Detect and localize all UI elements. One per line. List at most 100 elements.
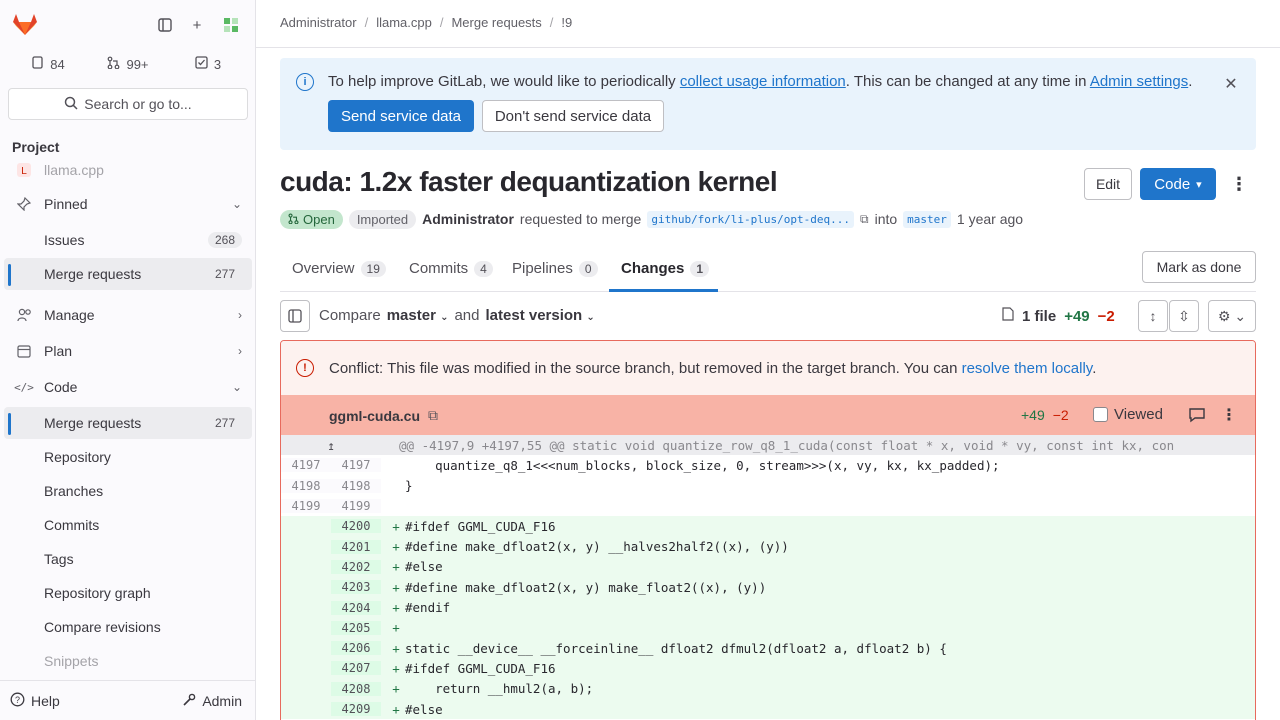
new-line-number[interactable]: 4203: [331, 580, 381, 595]
viewed-checkbox[interactable]: Viewed: [1093, 406, 1163, 423]
file-name[interactable]: ggml-cuda.cu: [329, 408, 420, 424]
tab-overview[interactable]: Overview 19: [280, 246, 397, 291]
dont-send-service-data-button[interactable]: Don't send service data: [482, 100, 664, 132]
issues-icon: [31, 56, 44, 72]
sidebar-item-tags[interactable]: Tags: [4, 543, 252, 575]
diff-settings-icon[interactable]: ⚙ ⌄: [1208, 300, 1256, 332]
new-line-number[interactable]: 4205: [331, 620, 381, 635]
sidebar-item-commits[interactable]: Commits: [4, 509, 252, 541]
merge-requests-counter[interactable]: 99+: [88, 48, 168, 80]
tab-commits[interactable]: Commits 4: [397, 246, 500, 291]
sidebar-item-branches[interactable]: Branches: [4, 475, 252, 507]
new-line-number[interactable]: 4202: [331, 559, 381, 574]
sidebar-item-pinned[interactable]: Pinned ⌄: [4, 188, 252, 220]
copy-path-icon[interactable]: ⧉: [428, 407, 438, 424]
new-line-number[interactable]: 4206: [331, 641, 381, 656]
merge-requests-badge: 277: [207, 266, 242, 282]
create-new-icon[interactable]: +: [182, 10, 212, 40]
breadcrumb-item[interactable]: Merge requests: [451, 15, 541, 30]
tab-count: 1: [690, 260, 710, 277]
expand-all-icon[interactable]: ↕: [1138, 300, 1168, 332]
new-line-number[interactable]: 4207: [331, 661, 381, 676]
sidebar-item-repository[interactable]: Repository: [4, 441, 252, 473]
tab-label: Overview: [292, 260, 355, 277]
sidebar-toggle-icon[interactable]: [150, 10, 180, 40]
close-icon[interactable]: ✕: [1218, 71, 1244, 97]
old-line-number[interactable]: 4197: [281, 458, 331, 473]
base-version-dropdown[interactable]: master ⌄: [387, 307, 449, 324]
file-browser-toggle-icon[interactable]: [280, 300, 310, 332]
search-label: Search or go to...: [84, 96, 192, 112]
sidebar-project-link[interactable]: L llama.cpp: [4, 158, 252, 182]
new-line-number[interactable]: 4198: [331, 478, 381, 493]
sidebar-item-issues[interactable]: Issues 268: [4, 224, 252, 256]
diff-line: 4203 + #define make_dfloat2(x, y) make_flo…: [281, 577, 1255, 598]
old-line-number[interactable]: 4198: [281, 478, 331, 493]
sidebar-item-merge-requests[interactable]: Merge requests 277: [4, 407, 252, 439]
search-button[interactable]: Search or go to...: [8, 88, 248, 120]
additions-count: +49: [1064, 307, 1090, 325]
checkbox[interactable]: [1093, 407, 1108, 422]
target-branch-link[interactable]: master: [903, 210, 951, 228]
code-text: #define make_dfloat2(x, y) make_float2((…: [405, 579, 767, 595]
new-line-number[interactable]: 4204: [331, 600, 381, 615]
tab-changes[interactable]: Changes 1: [609, 246, 718, 292]
new-line-number[interactable]: 4209: [331, 702, 381, 716]
banner-text-after: .: [1188, 73, 1193, 90]
copy-icon[interactable]: ⧉: [860, 212, 869, 227]
new-line-number[interactable]: 4197: [331, 458, 381, 473]
mark-as-done-button[interactable]: Mark as done: [1142, 251, 1256, 283]
collapse-all-icon[interactable]: ⇳: [1169, 300, 1199, 332]
help-button[interactable]: ? Help: [10, 687, 60, 715]
author-link[interactable]: Administrator: [422, 211, 514, 227]
diff-line: 4199 4199: [281, 496, 1255, 516]
diff-sign: +: [392, 539, 400, 555]
sidebar-item-compare-revisions[interactable]: Compare revisions: [4, 611, 252, 643]
breadcrumb-item[interactable]: !9: [561, 15, 572, 30]
old-line-number[interactable]: 4199: [281, 499, 331, 514]
issues-counter[interactable]: 84: [8, 48, 88, 80]
file-options-icon[interactable]: ⋮: [1221, 405, 1237, 425]
todos-counter[interactable]: 3: [168, 48, 248, 80]
sidebar-item-repository-graph[interactable]: Repository graph: [4, 577, 252, 609]
sidebar-item-snippets[interactable]: Snippets: [4, 645, 252, 677]
sidebar-item-code[interactable]: </> Code ⌄: [4, 371, 252, 403]
help-label: Help: [31, 693, 60, 709]
sidebar-item-manage[interactable]: Manage ›: [4, 299, 252, 331]
sidebar-item-label: Issues: [44, 232, 85, 248]
svg-text:L: L: [21, 166, 27, 177]
head-version-label: latest version: [485, 307, 583, 324]
new-line-number[interactable]: 4199: [331, 499, 381, 514]
chevron-right-icon: ›: [238, 344, 242, 358]
new-line-number[interactable]: 4200: [331, 519, 381, 534]
resolve-locally-link[interactable]: resolve them locally: [962, 360, 1093, 377]
created-time: 1 year ago: [956, 211, 1024, 227]
breadcrumb-item[interactable]: llama.cpp: [376, 15, 432, 30]
comment-icon[interactable]: [1187, 405, 1207, 425]
sidebar-item-label: Commits: [44, 517, 100, 533]
new-line-number[interactable]: 4201: [331, 539, 381, 554]
diff-line: 4197 4197 quantize_q8_1<<<num_blocks, blo…: [281, 455, 1255, 475]
sidebar-item-plan[interactable]: Plan ›: [4, 335, 252, 367]
sidebar-item-merge-requests-pinned[interactable]: Merge requests 277: [4, 258, 252, 290]
send-service-data-button[interactable]: Send service data: [328, 100, 474, 132]
breadcrumb-item[interactable]: Administrator: [280, 15, 357, 30]
tab-pipelines[interactable]: Pipelines 0: [500, 246, 609, 291]
pin-icon: [14, 197, 34, 211]
edit-button[interactable]: Edit: [1084, 168, 1132, 200]
admin-settings-link[interactable]: Admin settings: [1090, 73, 1188, 90]
source-branch-link[interactable]: github/fork/li-plus/opt-deq...: [647, 210, 855, 228]
expand-up-icon[interactable]: ↥: [281, 438, 381, 453]
project-avatar-icon: L: [14, 162, 34, 178]
new-line-number[interactable]: 4208: [331, 681, 381, 696]
code-dropdown-button[interactable]: Code ▾: [1140, 168, 1216, 200]
breadcrumb-separator: /: [549, 15, 554, 30]
admin-button[interactable]: Admin: [176, 687, 248, 715]
head-version-dropdown[interactable]: latest version ⌄: [486, 307, 595, 324]
banner-text: To help improve GitLab, we would like to…: [328, 73, 1192, 90]
gitlab-logo[interactable]: [8, 8, 42, 40]
warning-icon: !: [296, 359, 314, 377]
collect-usage-link[interactable]: collect usage information: [680, 73, 846, 90]
user-avatar-icon[interactable]: [216, 10, 246, 40]
more-actions-icon[interactable]: ⋮: [1222, 168, 1256, 200]
